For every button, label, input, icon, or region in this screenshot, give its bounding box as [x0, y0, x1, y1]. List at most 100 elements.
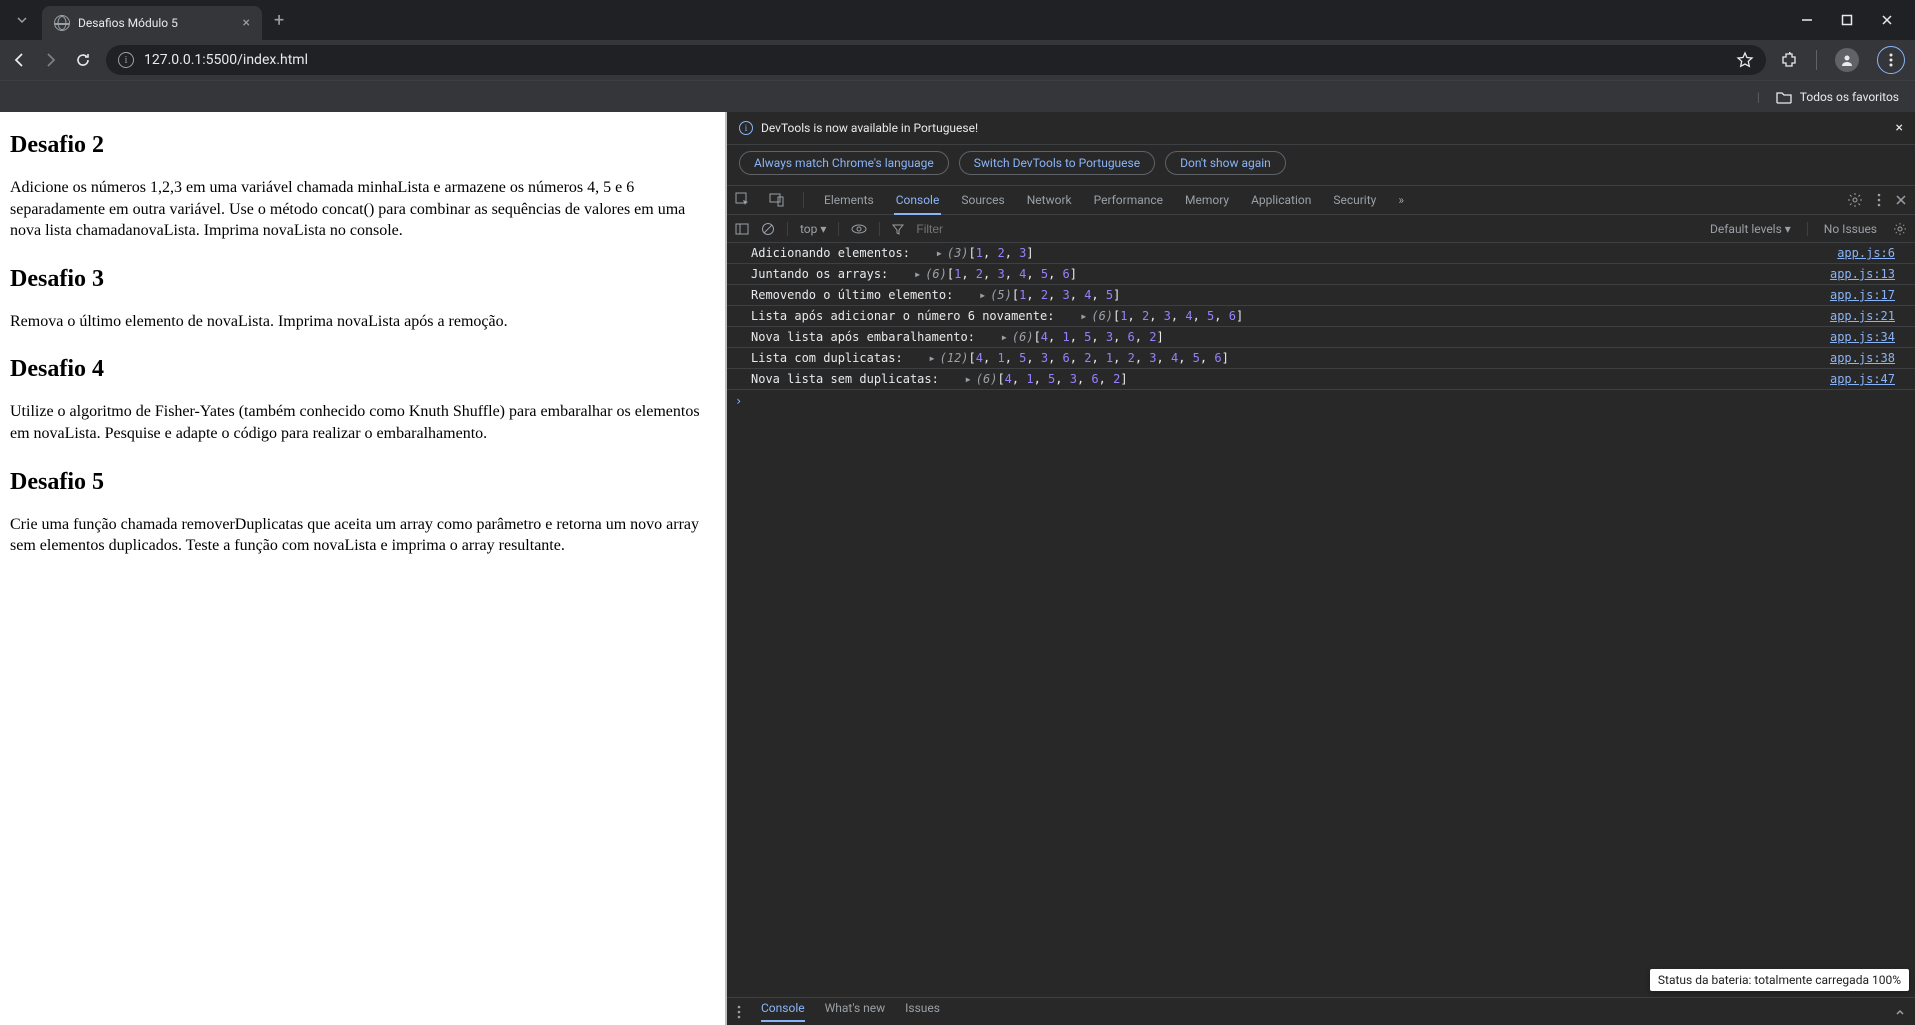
maximize-icon[interactable]	[1839, 14, 1855, 26]
console-log-row[interactable]: Lista após adicionar o número 6 novament…	[727, 306, 1915, 327]
info-icon: i	[739, 121, 753, 135]
log-label: Nova lista sem duplicatas:	[751, 372, 961, 386]
context-selector[interactable]: top ▾	[800, 222, 826, 236]
log-levels-dropdown[interactable]: Default levels ▾	[1710, 222, 1791, 236]
devtools-panel: i DevTools is now available in Portugues…	[727, 112, 1915, 1025]
back-button[interactable]	[10, 51, 28, 69]
bookmark-star-icon[interactable]	[1736, 51, 1754, 69]
drawer-collapse-icon[interactable]	[1895, 1007, 1905, 1017]
tab-sources[interactable]: Sources	[959, 187, 1006, 214]
tab-network[interactable]: Network	[1025, 187, 1074, 214]
section-heading: Desafio 2	[10, 132, 715, 159]
device-toggle-icon[interactable]	[769, 192, 785, 208]
more-tabs-icon[interactable]: »	[1396, 187, 1406, 213]
console-prompt[interactable]: ›	[727, 390, 1915, 412]
close-window-icon[interactable]	[1879, 14, 1895, 26]
log-label: Removendo o último elemento:	[751, 288, 975, 302]
globe-icon	[54, 15, 70, 31]
drawer-tab-console[interactable]: Console	[761, 1001, 805, 1022]
site-info-icon[interactable]: i	[118, 52, 134, 68]
console-output[interactable]: Adicionando elementos: ▸ (3) [1, 2, 3]ap…	[727, 243, 1915, 997]
console-settings-gear-icon[interactable]	[1893, 222, 1907, 236]
expand-arrow-icon[interactable]: ▸	[1080, 309, 1087, 323]
clear-console-icon[interactable]	[761, 222, 775, 236]
log-label: Adicionando elementos:	[751, 246, 932, 260]
console-log-row[interactable]: Juntando os arrays: ▸ (6) [1, 2, 3, 4, 5…	[727, 264, 1915, 285]
browser-tab[interactable]: Desafios Módulo 5 ×	[42, 6, 262, 40]
devtools-tabs: Elements Console Sources Network Performance…	[727, 185, 1915, 215]
source-link[interactable]: app.js:21	[1830, 309, 1895, 323]
tab-performance[interactable]: Performance	[1092, 187, 1165, 214]
console-sidebar-toggle-icon[interactable]	[735, 222, 749, 236]
array-length: (6)	[1091, 309, 1113, 323]
live-expression-icon[interactable]	[851, 223, 867, 235]
section-body: Utilize o algoritmo de Fisher-Yates (tam…	[10, 401, 715, 444]
tab-search-dropdown[interactable]	[8, 6, 36, 34]
console-log-row[interactable]: Removendo o último elemento: ▸ (5) [1, 2…	[727, 285, 1915, 306]
switch-language-button[interactable]: Switch DevTools to Portuguese	[959, 151, 1155, 175]
expand-arrow-icon[interactable]: ▸	[928, 351, 935, 365]
log-label: Nova lista após embaralhamento:	[751, 330, 997, 344]
source-link[interactable]: app.js:17	[1830, 288, 1895, 302]
console-log-row[interactable]: Adicionando elementos: ▸ (3) [1, 2, 3]ap…	[727, 243, 1915, 264]
new-tab-button[interactable]: +	[274, 10, 284, 31]
window-controls	[1799, 14, 1907, 26]
devtools-menu-icon[interactable]	[1877, 193, 1881, 207]
drawer-tab-what-s-new[interactable]: What's new	[825, 1001, 886, 1022]
tab-memory[interactable]: Memory	[1183, 187, 1231, 214]
source-link[interactable]: app.js:38	[1830, 351, 1895, 365]
expand-arrow-icon[interactable]: ▸	[965, 372, 972, 386]
expand-arrow-icon[interactable]: ▸	[979, 288, 986, 302]
reload-button[interactable]	[74, 51, 92, 69]
forward-button[interactable]	[42, 51, 60, 69]
separator	[803, 192, 804, 208]
source-link[interactable]: app.js:47	[1830, 372, 1895, 386]
array-preview: [4, 1, 5, 3, 6, 2]	[1034, 330, 1164, 344]
array-length: (6)	[976, 372, 998, 386]
expand-arrow-icon[interactable]: ▸	[1001, 330, 1008, 344]
settings-gear-icon[interactable]	[1847, 192, 1863, 208]
array-preview: [4, 1, 5, 3, 6, 2]	[997, 372, 1127, 386]
always-match-button[interactable]: Always match Chrome's language	[739, 151, 949, 175]
toolbar-actions	[1780, 46, 1905, 74]
folder-icon	[1776, 90, 1792, 104]
address-bar[interactable]: i 127.0.0.1:5500/index.html	[106, 45, 1766, 75]
filter-icon	[892, 223, 904, 235]
close-banner-icon[interactable]: ×	[1896, 120, 1903, 136]
source-link[interactable]: app.js:34	[1830, 330, 1895, 344]
browser-menu-icon[interactable]	[1877, 46, 1905, 74]
tab-security[interactable]: Security	[1331, 187, 1378, 214]
filter-input[interactable]	[916, 222, 996, 236]
dont-show-button[interactable]: Don't show again	[1165, 151, 1286, 175]
close-devtools-icon[interactable]	[1895, 194, 1907, 206]
array-preview: [1, 2, 3, 4, 5, 6]	[947, 267, 1077, 281]
issues-link[interactable]: No Issues	[1824, 222, 1877, 236]
separator	[838, 222, 839, 236]
array-preview: [4, 1, 5, 3, 6, 2, 1, 2, 3, 4, 5, 6]	[969, 351, 1229, 365]
devtools-language-banner: i DevTools is now available in Portugues…	[727, 112, 1915, 145]
console-log-row[interactable]: Nova lista sem duplicatas: ▸ (6) [4, 1, …	[727, 369, 1915, 390]
drawer-tab-issues[interactable]: Issues	[905, 1001, 940, 1022]
tab-console[interactable]: Console	[894, 187, 942, 215]
array-length: (5)	[990, 288, 1012, 302]
expand-arrow-icon[interactable]: ▸	[936, 246, 943, 260]
console-log-row[interactable]: Lista com duplicatas: ▸ (12) [4, 1, 5, 3…	[727, 348, 1915, 369]
section-body: Remova o último elemento de novaLista. I…	[10, 311, 715, 333]
separator	[879, 222, 880, 236]
extensions-icon[interactable]	[1780, 51, 1798, 69]
source-link[interactable]: app.js:13	[1830, 267, 1895, 281]
drawer-menu-icon[interactable]	[737, 1005, 741, 1019]
minimize-icon[interactable]	[1799, 14, 1815, 26]
close-tab-icon[interactable]: ×	[243, 15, 250, 31]
log-label: Lista após adicionar o número 6 novament…	[751, 309, 1076, 323]
inspect-icon[interactable]	[735, 192, 751, 208]
tab-elements[interactable]: Elements	[822, 187, 876, 214]
tab-title: Desafios Módulo 5	[78, 16, 235, 30]
all-bookmarks-link[interactable]: Todos os favoritos	[1800, 90, 1899, 104]
expand-arrow-icon[interactable]: ▸	[914, 267, 921, 281]
console-log-row[interactable]: Nova lista após embaralhamento: ▸ (6) [4…	[727, 327, 1915, 348]
array-length: (6)	[1012, 330, 1034, 344]
source-link[interactable]: app.js:6	[1837, 246, 1895, 260]
profile-avatar[interactable]	[1835, 48, 1859, 72]
tab-application[interactable]: Application	[1249, 187, 1313, 214]
